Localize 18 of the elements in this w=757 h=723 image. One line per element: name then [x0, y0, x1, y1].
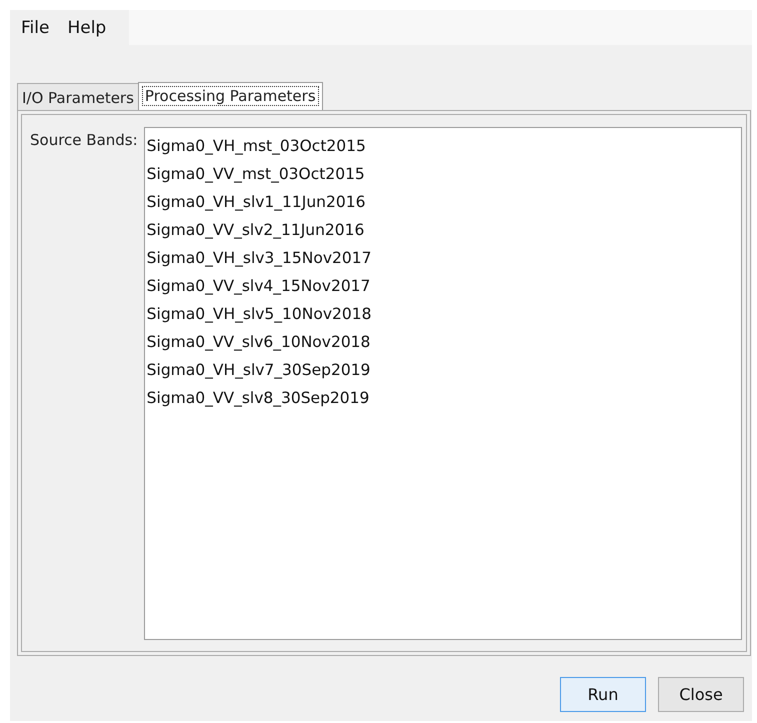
dialog-button[interactable]: Close [658, 677, 744, 712]
list-item[interactable]: Sigma0_VV_slv2_11Jun2016 [146, 216, 739, 244]
list-item[interactable]: Sigma0_VH_mst_03Oct2015 [146, 132, 739, 160]
list-item[interactable]: Sigma0_VH_slv7_30Sep2019 [146, 356, 739, 384]
band-list[interactable] [144, 127, 742, 640]
tab[interactable]: Processing Parameters [138, 82, 323, 110]
list-item[interactable]: Sigma0_VH_slv3_15Nov2017 [146, 244, 739, 272]
list-item[interactable]: Sigma0_VH_slv5_10Nov2018 [146, 300, 739, 328]
menu-item[interactable]: Help [58, 18, 116, 38]
list-item[interactable]: Sigma0_VH_slv1_11Jun2016 [146, 188, 739, 216]
list-item[interactable]: Sigma0_VV_slv6_10Nov2018 [146, 328, 739, 356]
tab[interactable]: I/O Parameters [17, 83, 139, 110]
list-item[interactable]: Sigma0_VV_slv8_30Sep2019 [146, 384, 739, 412]
menu-item[interactable]: File [12, 18, 58, 38]
list-item[interactable]: Sigma0_VV_mst_03Oct2015 [146, 160, 739, 188]
field-label: Source Bands: [30, 131, 138, 151]
dialog-button[interactable]: Run [560, 677, 646, 712]
list-item[interactable]: Sigma0_VV_slv4_15Nov2017 [146, 272, 739, 300]
